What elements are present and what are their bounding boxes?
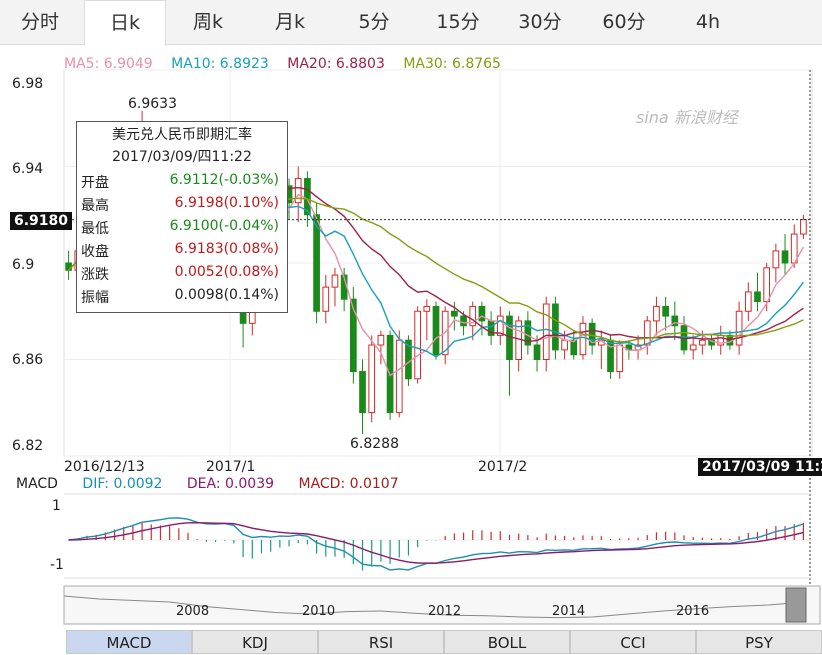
candle-body-down [781, 250, 789, 264]
tooltip-value: 6.9112(-0.03%) [169, 172, 279, 188]
macd-tick-neg1: -1 [50, 557, 64, 573]
tooltip-value: 6.9183(0.08%) [174, 241, 279, 257]
candle-body-up [414, 310, 421, 380]
dif-line [68, 517, 804, 571]
x-label-start: 2016/12/13 [64, 459, 145, 475]
candle-body-down [533, 344, 541, 360]
y-tick-6.98: 6.98 [12, 76, 44, 92]
candle-body-up [579, 322, 587, 356]
tooltip-title: 美元兑人民币即期汇率 [112, 127, 252, 143]
tooltip-key: 最高 [81, 198, 109, 214]
current-price-tag: 6.9180 [10, 212, 73, 230]
candle-body-up [322, 286, 330, 312]
tooltip-key: 收盘 [81, 244, 109, 260]
candle-body-up [744, 291, 752, 312]
candle-body-up [735, 310, 743, 346]
y-tick-6.82: 6.82 [12, 438, 44, 454]
y-tick-6.94: 6.94 [12, 161, 44, 177]
macd-tick-1: 1 [52, 498, 61, 514]
candle-body-down [432, 305, 440, 356]
dea-label: DEA: 0.0039 [186, 476, 275, 492]
macd-title: MACD [16, 476, 58, 492]
candle-body-up [800, 219, 807, 235]
macd-legend: MACD DIF: 0.0092 DEA: 0.0039 MACD: 0.010… [16, 476, 419, 492]
candle-body-up [763, 267, 771, 303]
year-2010: 2010 [302, 604, 336, 619]
tooltip-value: 6.9198(0.10%) [174, 195, 279, 211]
year-2014: 2014 [552, 604, 586, 619]
tooltip-key: 振幅 [81, 290, 109, 306]
indicator-tab-rsi[interactable]: RSI [318, 630, 444, 654]
low-marker: 6.8288 [350, 436, 399, 452]
year-2008: 2008 [176, 604, 210, 619]
candle-body-down [359, 371, 366, 414]
tooltip-key: 涨跌 [81, 267, 109, 283]
year-2016: 2016 [676, 604, 710, 619]
candle-body-down [552, 303, 559, 351]
candle-body-up [331, 274, 339, 288]
candle-body-up [368, 344, 376, 414]
indicator-tab-macd[interactable]: MACD [66, 630, 192, 654]
indicator-tab-kdj[interactable]: KDJ [192, 630, 318, 654]
candle-body-down [451, 310, 458, 317]
indicator-tab-cci[interactable]: CCI [570, 630, 696, 654]
macd-value-label: MACD: 0.0107 [298, 476, 399, 492]
kline-chart[interactable] [0, 0, 822, 654]
tooltip-row: 开盘 6.9112(-0.03%) [81, 172, 281, 194]
overview-range-handle [785, 587, 807, 623]
tooltip-value: 6.9100(-0.04%) [169, 218, 279, 234]
tooltip-row: 最低 6.9100(-0.04%) [81, 218, 281, 240]
candle-body-up [423, 305, 431, 312]
candle-body-down [570, 339, 578, 356]
candle-body-up [772, 250, 780, 269]
sina-watermark: sina 新浪财经 [636, 108, 738, 127]
tooltip-key: 最低 [81, 221, 109, 237]
candle-body-up [643, 320, 651, 346]
candle-body-up [561, 339, 568, 351]
y-tick-6.86: 6.86 [12, 352, 44, 368]
tooltip-row: 振幅 0.0098(0.14%) [81, 287, 281, 309]
crosshair-date-tag: 2017/03/09 11:21 [698, 458, 822, 476]
candle-body-up [699, 339, 706, 346]
candle-body-down [478, 305, 486, 322]
candle-body-down [662, 305, 669, 317]
candle-body-down [65, 262, 72, 271]
tooltip-value: 0.0052(0.08%) [174, 264, 279, 280]
candle-body-down [460, 315, 467, 327]
tooltip-row: 涨跌 0.0052(0.08%) [81, 264, 281, 286]
candle-body-up [395, 339, 403, 414]
indicator-tab-psy[interactable]: PSY [696, 630, 822, 654]
year-2012: 2012 [428, 604, 462, 619]
indicator-tab-boll[interactable]: BOLL [444, 630, 570, 654]
candle-body-up [542, 303, 550, 361]
candle-body-down [754, 291, 761, 303]
tooltip-time: 2017/03/09/四11:22 [112, 149, 252, 165]
indicator-tab-bar: MACD KDJ RSI BOLL CCI PSY [66, 630, 822, 654]
candle-body-up [377, 334, 385, 346]
tooltip-row: 收盘 6.9183(0.08%) [81, 241, 281, 263]
tooltip-row: 最高 6.9198(0.10%) [81, 195, 281, 217]
candle-body-up [653, 305, 660, 322]
candle-body-up [616, 344, 624, 373]
tooltip-key: 开盘 [81, 175, 109, 191]
x-label-feb: 2017/2 [478, 459, 528, 475]
tooltip-value: 0.0098(0.14%) [174, 287, 279, 303]
dif-label: DIF: 0.0092 [82, 476, 163, 492]
y-tick-6.9: 6.9 [12, 257, 35, 273]
x-label-jan: 2017/1 [206, 459, 256, 475]
high-marker: 6.9633 [128, 96, 177, 112]
candle-body-up [689, 344, 697, 351]
ohlc-tooltip: 美元兑人民币即期汇率 2017/03/09/四11:22 开盘 6.9112(-0… [76, 121, 288, 313]
